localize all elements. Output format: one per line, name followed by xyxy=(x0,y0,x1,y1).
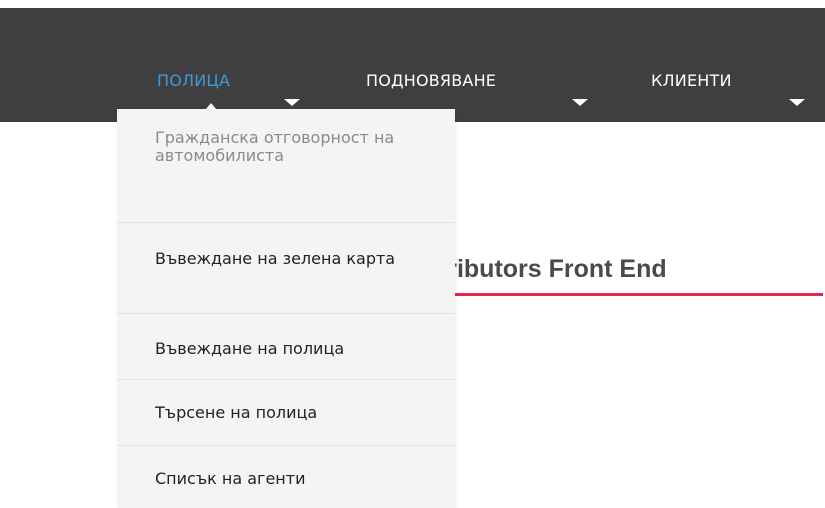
nav-item-clients-label: КЛИЕНТИ xyxy=(651,71,732,90)
page-title: Distributors Front End xyxy=(400,254,667,283)
dropdown-item-label: Въвеждане на полица xyxy=(155,339,345,358)
top-strip xyxy=(0,0,825,8)
nav-item-policy-label: ПОЛИЦА xyxy=(157,71,231,90)
main-navbar: ПОЛИЦА ПОДНОВЯВАНЕ КЛИЕНТИ xyxy=(0,8,825,122)
chevron-down-icon xyxy=(789,99,805,106)
dropdown-item-label: Списък на агенти xyxy=(155,469,306,488)
dropdown-item-green-card[interactable]: Въвеждане на зелена карта xyxy=(117,223,455,314)
title-underline xyxy=(400,293,823,296)
nav-item-policy[interactable]: ПОЛИЦА xyxy=(157,71,300,107)
policy-dropdown-menu: Гражданска отговорност на автомобилиста … xyxy=(117,109,455,508)
dropdown-item-label: Търсене на полица xyxy=(155,403,318,422)
nav-item-clients[interactable]: КЛИЕНТИ xyxy=(651,71,805,107)
dropdown-item-enter-policy[interactable]: Въвеждане на полица xyxy=(117,314,455,380)
dropdown-item-search-policy[interactable]: Търсене на полица xyxy=(117,380,455,446)
dropdown-item-label: Гражданска отговорност на автомобилиста xyxy=(155,128,395,165)
dropdown-item-label: Въвеждане на зелена карта xyxy=(155,249,396,268)
dropdown-item-agent-list[interactable]: Списък на агенти xyxy=(117,446,455,508)
nav-item-renewal-label: ПОДНОВЯВАНЕ xyxy=(366,71,497,90)
nav-item-renewal[interactable]: ПОДНОВЯВАНЕ xyxy=(366,71,588,107)
chevron-down-icon xyxy=(572,99,588,106)
dropdown-item-civil-liability[interactable]: Гражданска отговорност на автомобилиста xyxy=(117,109,455,223)
chevron-down-icon xyxy=(284,99,300,106)
